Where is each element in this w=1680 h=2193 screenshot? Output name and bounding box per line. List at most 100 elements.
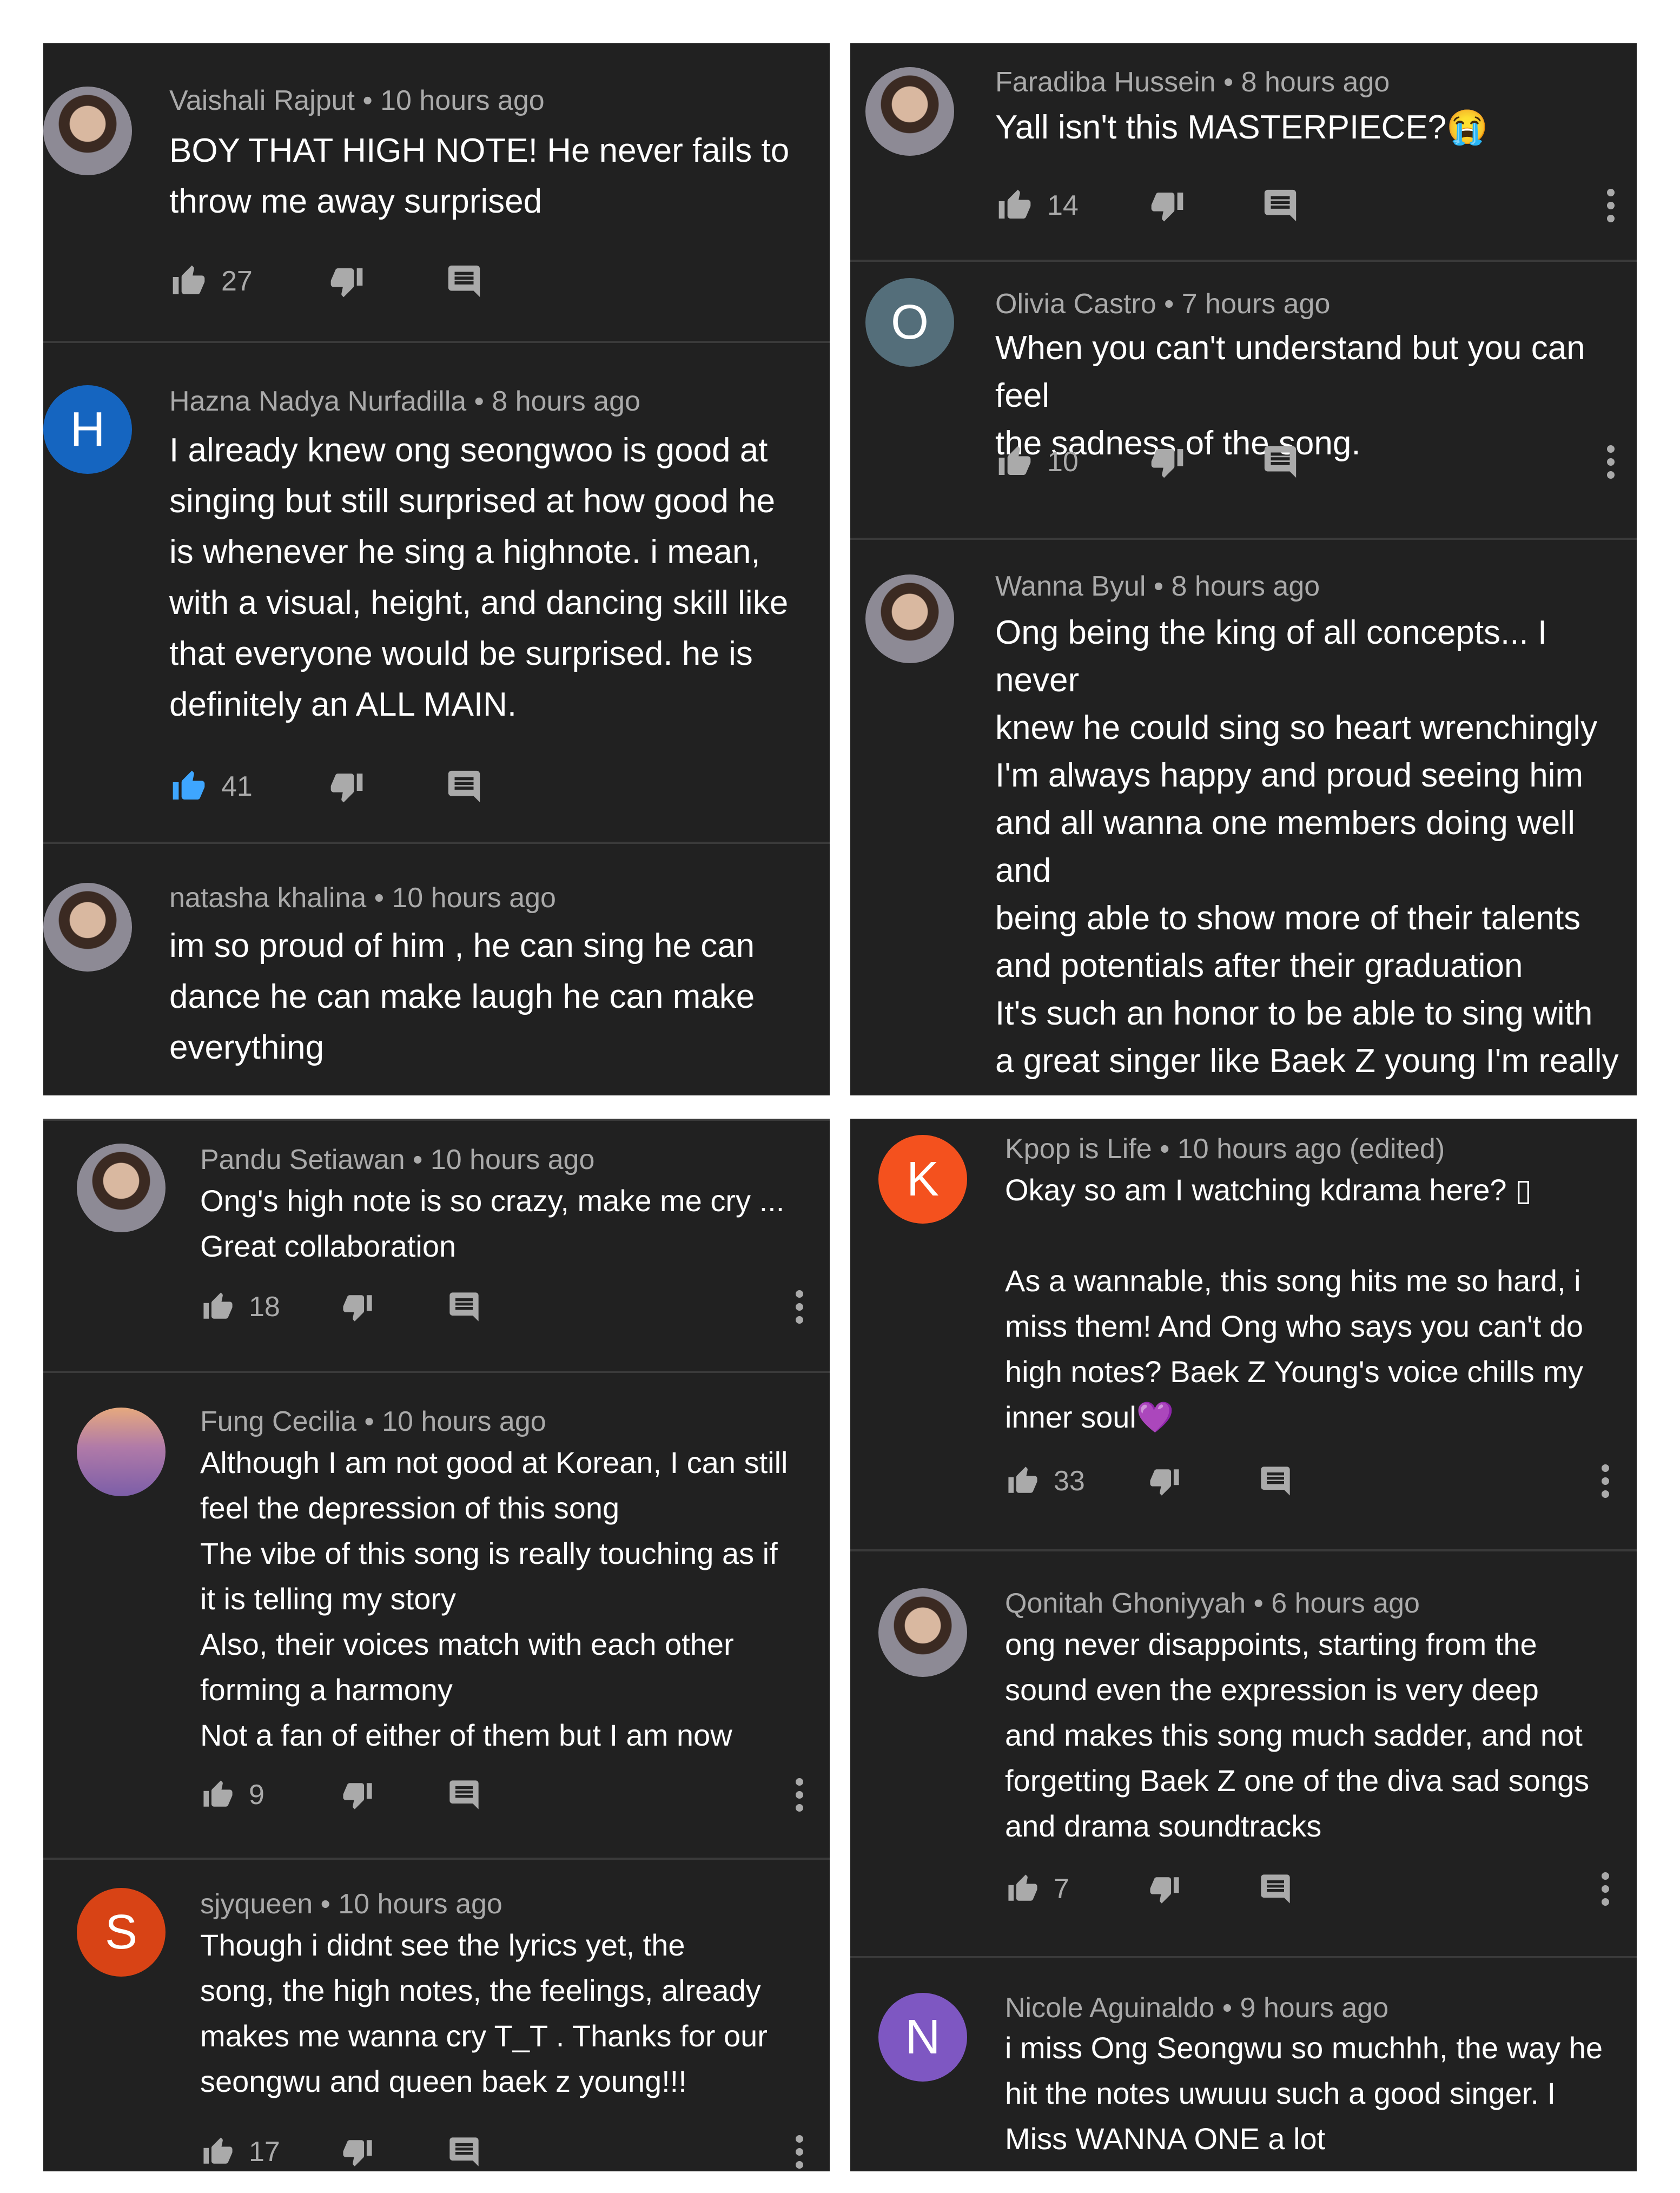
dislike-button[interactable]: [340, 2130, 375, 2171]
like-button[interactable]: 18: [200, 1285, 280, 1329]
reply-button[interactable]: [1261, 184, 1299, 227]
avatar[interactable]: K: [878, 1135, 967, 1224]
reply-button[interactable]: [445, 765, 483, 808]
comment-item: Faradiba Hussein • 8 hours ago Yall isn'…: [850, 43, 1637, 260]
comment-author-time[interactable]: Hazna Nadya Nurfadilla • 8 hours ago: [169, 384, 640, 419]
avatar[interactable]: O: [865, 278, 954, 367]
comment-author-time[interactable]: Wanna Byul • 8 hours ago: [995, 569, 1320, 604]
like-button[interactable]: 9: [200, 1773, 264, 1817]
avatar[interactable]: H: [43, 385, 132, 474]
comment-author-time[interactable]: Qonitah Ghoniyyah • 6 hours ago: [1005, 1586, 1420, 1621]
more-options-icon[interactable]: [1605, 184, 1616, 227]
reply-icon: [1261, 443, 1299, 481]
thumbs-up-icon: [200, 1291, 236, 1323]
comment-text: Ong being the king of all concepts... I …: [995, 614, 1619, 1095]
comment-author-time[interactable]: natasha khalina • 10 hours ago: [169, 881, 556, 915]
reply-button[interactable]: [445, 260, 483, 303]
dislike-button[interactable]: [1147, 1459, 1182, 1503]
comment-author-time[interactable]: Olivia Castro • 7 hours ago: [995, 287, 1330, 321]
comment-text: Although I am not good at Korean, I can …: [200, 1445, 788, 1752]
comment-author-time[interactable]: Vaishali Rajput • 10 hours ago: [169, 83, 545, 118]
like-count: 41: [221, 771, 253, 802]
dislike-button[interactable]: [327, 260, 366, 303]
comment-author-time[interactable]: Kpop is Life • 10 hours ago (edited): [1005, 1132, 1445, 1166]
avatar[interactable]: S: [77, 1888, 166, 1977]
comment-author-time[interactable]: Faradiba Hussein • 8 hours ago: [995, 65, 1390, 100]
reply-button[interactable]: [1258, 1867, 1293, 1911]
like-count: 27: [221, 266, 253, 297]
reply-button[interactable]: [447, 1285, 481, 1329]
comment-actions: 10: [995, 440, 1617, 484]
comment-author-time[interactable]: Pandu Setiawan • 10 hours ago: [200, 1142, 594, 1177]
like-count: 7: [1054, 1873, 1069, 1905]
like-count: 9: [249, 1779, 264, 1811]
like-button[interactable]: 33: [1005, 1459, 1085, 1503]
thumbs-down-icon: [340, 1779, 375, 1811]
dislike-button[interactable]: [327, 765, 366, 808]
more-options-icon[interactable]: [1600, 1459, 1611, 1503]
comment-text: Yall isn't this MASTERPIECE?😭: [995, 109, 1489, 146]
comment-item: H Hazna Nadya Nurfadilla • 8 hours ago I…: [43, 341, 830, 844]
comment-item: K Kpop is Life • 10 hours ago (edited) O…: [850, 1119, 1637, 1549]
thumbs-up-icon: [169, 264, 208, 299]
avatar[interactable]: [878, 1588, 967, 1677]
thumbs-down-icon: [340, 2136, 375, 2168]
reply-icon: [445, 262, 483, 300]
thumbs-up-icon: [200, 2136, 236, 2168]
avatar[interactable]: [43, 883, 132, 972]
avatar[interactable]: [865, 67, 954, 156]
comment-item: Pandu Setiawan • 10 hours ago Ong's high…: [43, 1119, 830, 1373]
comment-actions: 9: [200, 1773, 806, 1817]
reply-icon: [1258, 1872, 1293, 1906]
comment-panel-bottom-left: Pandu Setiawan • 10 hours ago Ong's high…: [43, 1119, 830, 2171]
like-count: 17: [249, 2136, 280, 2168]
like-button[interactable]: 7: [1005, 1867, 1069, 1911]
avatar[interactable]: [43, 87, 132, 175]
reply-icon: [1261, 187, 1299, 224]
comment-actions: 18: [200, 1285, 806, 1329]
thumbs-up-icon: [1005, 1873, 1041, 1905]
like-button[interactable]: 14: [995, 184, 1079, 227]
reply-button[interactable]: [447, 1773, 481, 1817]
comment-actions: 7: [1005, 1867, 1616, 1911]
comment-panel-top-right: Faradiba Hussein • 8 hours ago Yall isn'…: [850, 43, 1637, 1095]
more-options-icon[interactable]: [1600, 1867, 1611, 1911]
reply-icon: [447, 1778, 481, 1812]
reply-icon: [445, 768, 483, 805]
thumbs-up-icon: [200, 1779, 236, 1811]
comment-author-time[interactable]: Nicole Aguinaldo • 9 hours ago: [1005, 1991, 1388, 2025]
more-options-icon[interactable]: [1605, 440, 1616, 484]
more-options-icon[interactable]: [794, 1773, 805, 1817]
comment-author-time[interactable]: Fung Cecilia • 10 hours ago: [200, 1404, 546, 1439]
dislike-button[interactable]: [1148, 440, 1187, 484]
thumbs-down-icon: [340, 1291, 375, 1323]
thumbs-down-icon: [1148, 445, 1187, 479]
comment-author-time[interactable]: sjyqueen • 10 hours ago: [200, 1887, 502, 1921]
comment-item: Vaishali Rajput • 10 hours ago BOY THAT …: [43, 43, 830, 341]
reply-button[interactable]: [447, 2130, 481, 2171]
dislike-button[interactable]: [1148, 184, 1187, 227]
like-button[interactable]: 17: [200, 2130, 280, 2171]
like-button[interactable]: 27: [169, 260, 253, 303]
avatar[interactable]: [77, 1408, 166, 1496]
avatar[interactable]: [865, 574, 954, 663]
comment-item: S sjyqueen • 10 hours ago Though i didnt…: [43, 1858, 830, 2171]
avatar[interactable]: [77, 1144, 166, 1232]
dislike-button[interactable]: [340, 1285, 375, 1329]
comment-actions: 14: [995, 184, 1617, 227]
like-count: 18: [249, 1291, 280, 1323]
comment-text: Okay so am I watching kdrama here? ▯ As …: [1005, 1173, 1584, 1434]
like-button[interactable]: 10: [995, 440, 1079, 484]
more-options-icon[interactable]: [794, 2130, 805, 2171]
comment-text: im so proud of him , he can sing he can …: [169, 927, 755, 1066]
reply-button[interactable]: [1258, 1459, 1293, 1503]
avatar[interactable]: N: [878, 1993, 967, 2082]
comment-item: Wanna Byul • 8 hours ago Ong being the k…: [850, 538, 1637, 1095]
dislike-button[interactable]: [1147, 1867, 1182, 1911]
dislike-button[interactable]: [340, 1773, 375, 1817]
more-options-icon[interactable]: [794, 1285, 805, 1329]
reply-button[interactable]: [1261, 440, 1299, 484]
like-button[interactable]: 41: [169, 765, 253, 808]
thumbs-down-icon: [1147, 1873, 1182, 1905]
comment-item: Fung Cecilia • 10 hours ago Although I a…: [43, 1371, 830, 1860]
